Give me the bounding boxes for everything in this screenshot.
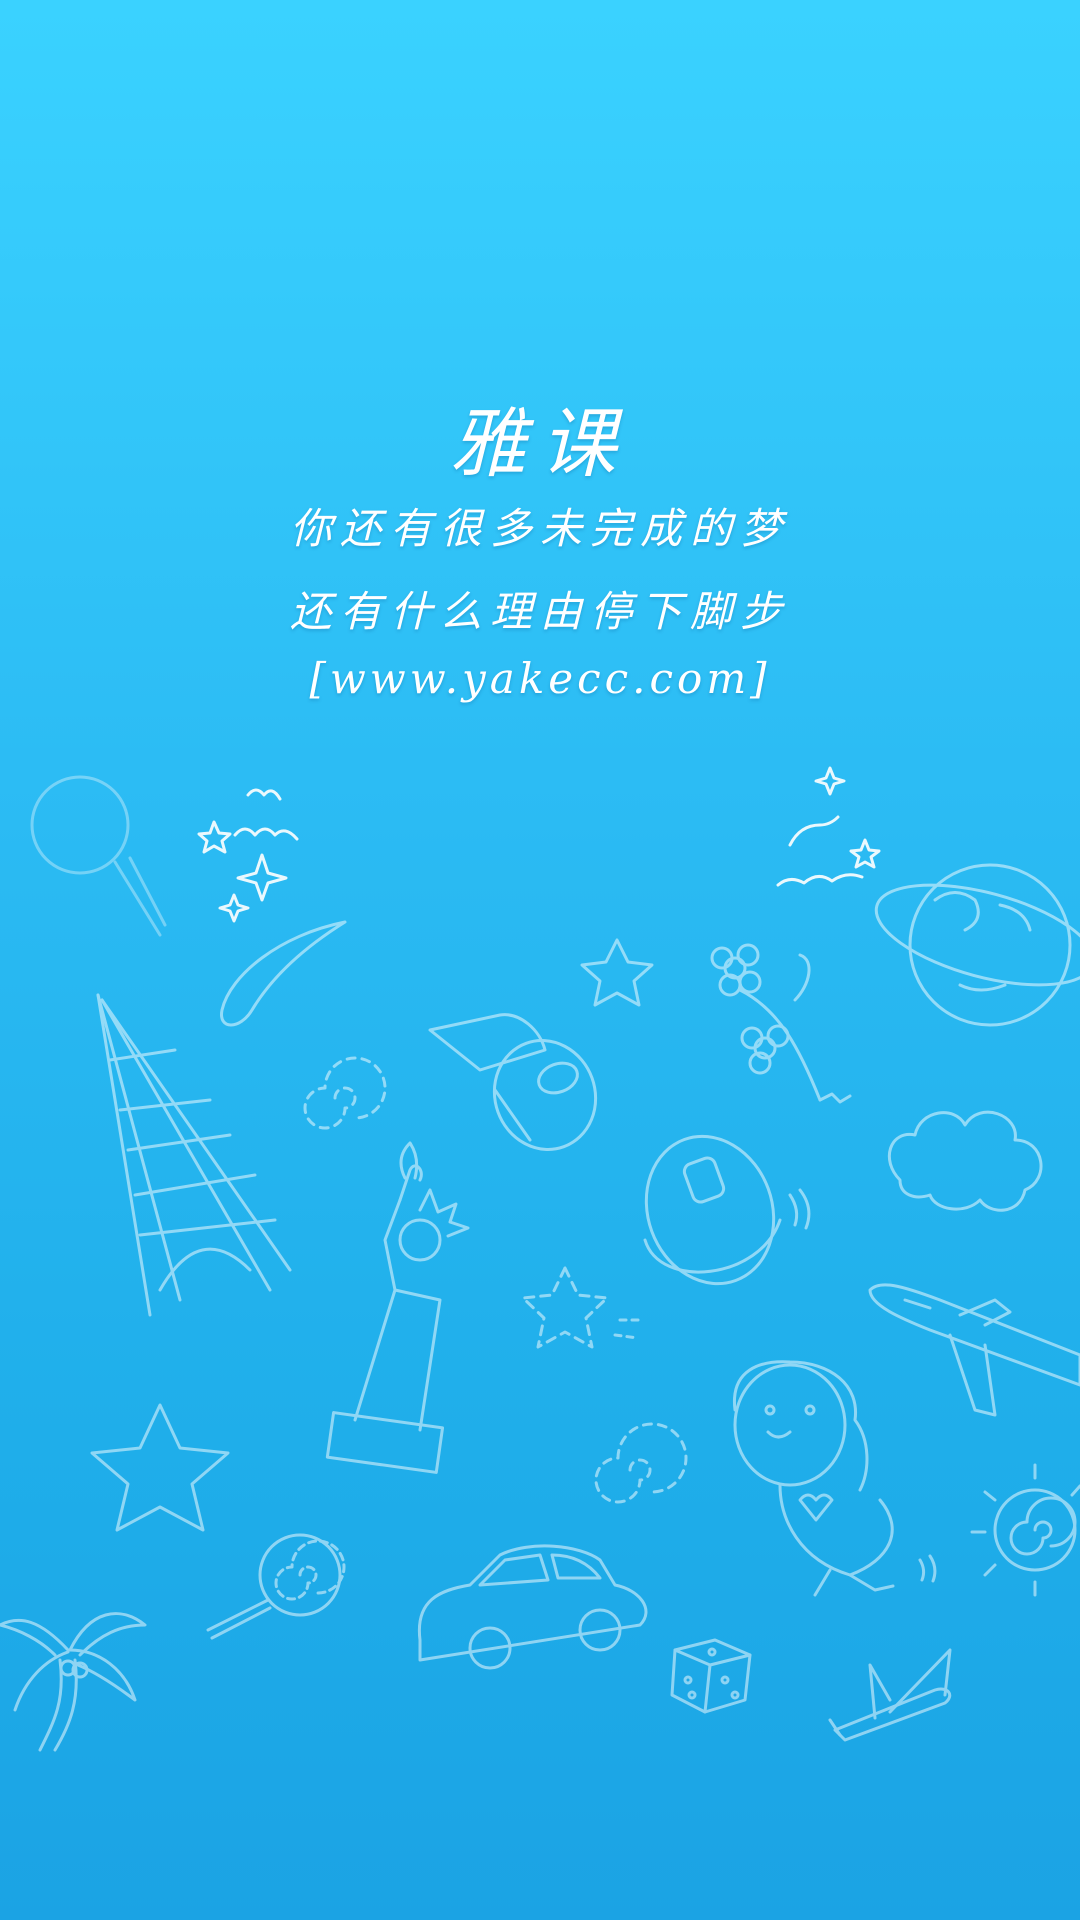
spiral-icon [303, 1056, 387, 1130]
airplane-icon [868, 1283, 1080, 1417]
palm-tree-icon [0, 1612, 147, 1752]
stars-and-birds-icon [197, 788, 299, 923]
lollipop-icon [206, 1533, 346, 1640]
dice-icon [670, 1638, 752, 1714]
spiral-icon [594, 1422, 688, 1504]
slogan-line-2: 还有什么理由停下脚步 [289, 587, 790, 636]
slogan-line-1: 你还有很多未完成的梦 [289, 504, 790, 553]
splash-text-block: 雅课 你还有很多未完成的梦 还有什么理由停下脚步 [www.yakecc.com… [0, 0, 1080, 720]
ufo-icon [643, 1134, 811, 1286]
car-icon [417, 1544, 648, 1670]
cloud-icon [887, 1110, 1043, 1212]
app-name-title: 雅课 [450, 399, 630, 488]
girl-icon [732, 1360, 937, 1597]
stars-and-birds-icon [776, 766, 881, 887]
moon-icon [220, 920, 347, 1027]
flower-icon [710, 943, 852, 1104]
star-icon [90, 1403, 230, 1532]
eiffel-tower-icon [96, 993, 292, 1317]
small-plane-icon [828, 1648, 952, 1742]
star-icon [580, 938, 654, 1007]
sun-icon [970, 1463, 1080, 1597]
dashed-star-icon [521, 1266, 642, 1349]
website-url: [www.yakecc.com] [309, 654, 771, 703]
statue-of-liberty-icon [325, 1141, 470, 1474]
planet-icon [874, 863, 1080, 1027]
magnifier-icon [30, 775, 167, 937]
toilet-paper-icon [428, 1013, 598, 1151]
